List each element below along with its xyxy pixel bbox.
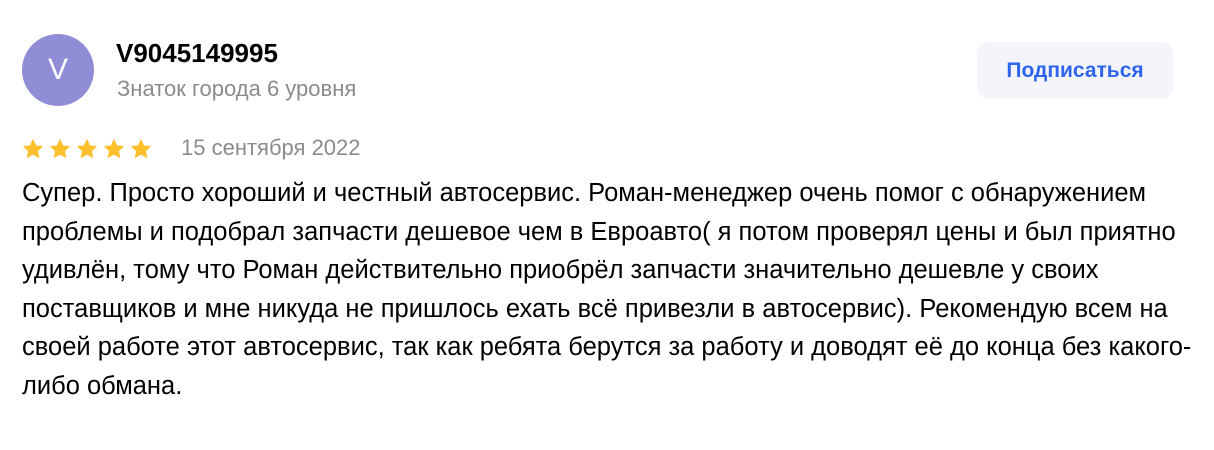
avatar-letter: V: [47, 53, 68, 86]
star-icon: [49, 138, 71, 159]
star-icon: [22, 138, 44, 159]
subscribe-button-label: Подписаться: [1006, 58, 1144, 82]
author-level: Знаток города 6 уровня: [117, 76, 357, 101]
author-name[interactable]: V9045149995: [116, 36, 278, 70]
star-icon: [76, 138, 98, 159]
rating-stars: [21, 136, 153, 162]
subscribe-button[interactable]: Подписаться: [977, 42, 1173, 99]
review-text: Супер. Просто хороший и честный автосерв…: [22, 179, 1192, 400]
star-icon: [103, 138, 125, 159]
avatar[interactable]: V: [22, 34, 94, 106]
review-card: V V9045149995 Знаток города 6 уровня Под…: [0, 0, 1214, 450]
star-icon: [130, 138, 152, 159]
review-date: 15 сентября 2022: [181, 135, 361, 160]
